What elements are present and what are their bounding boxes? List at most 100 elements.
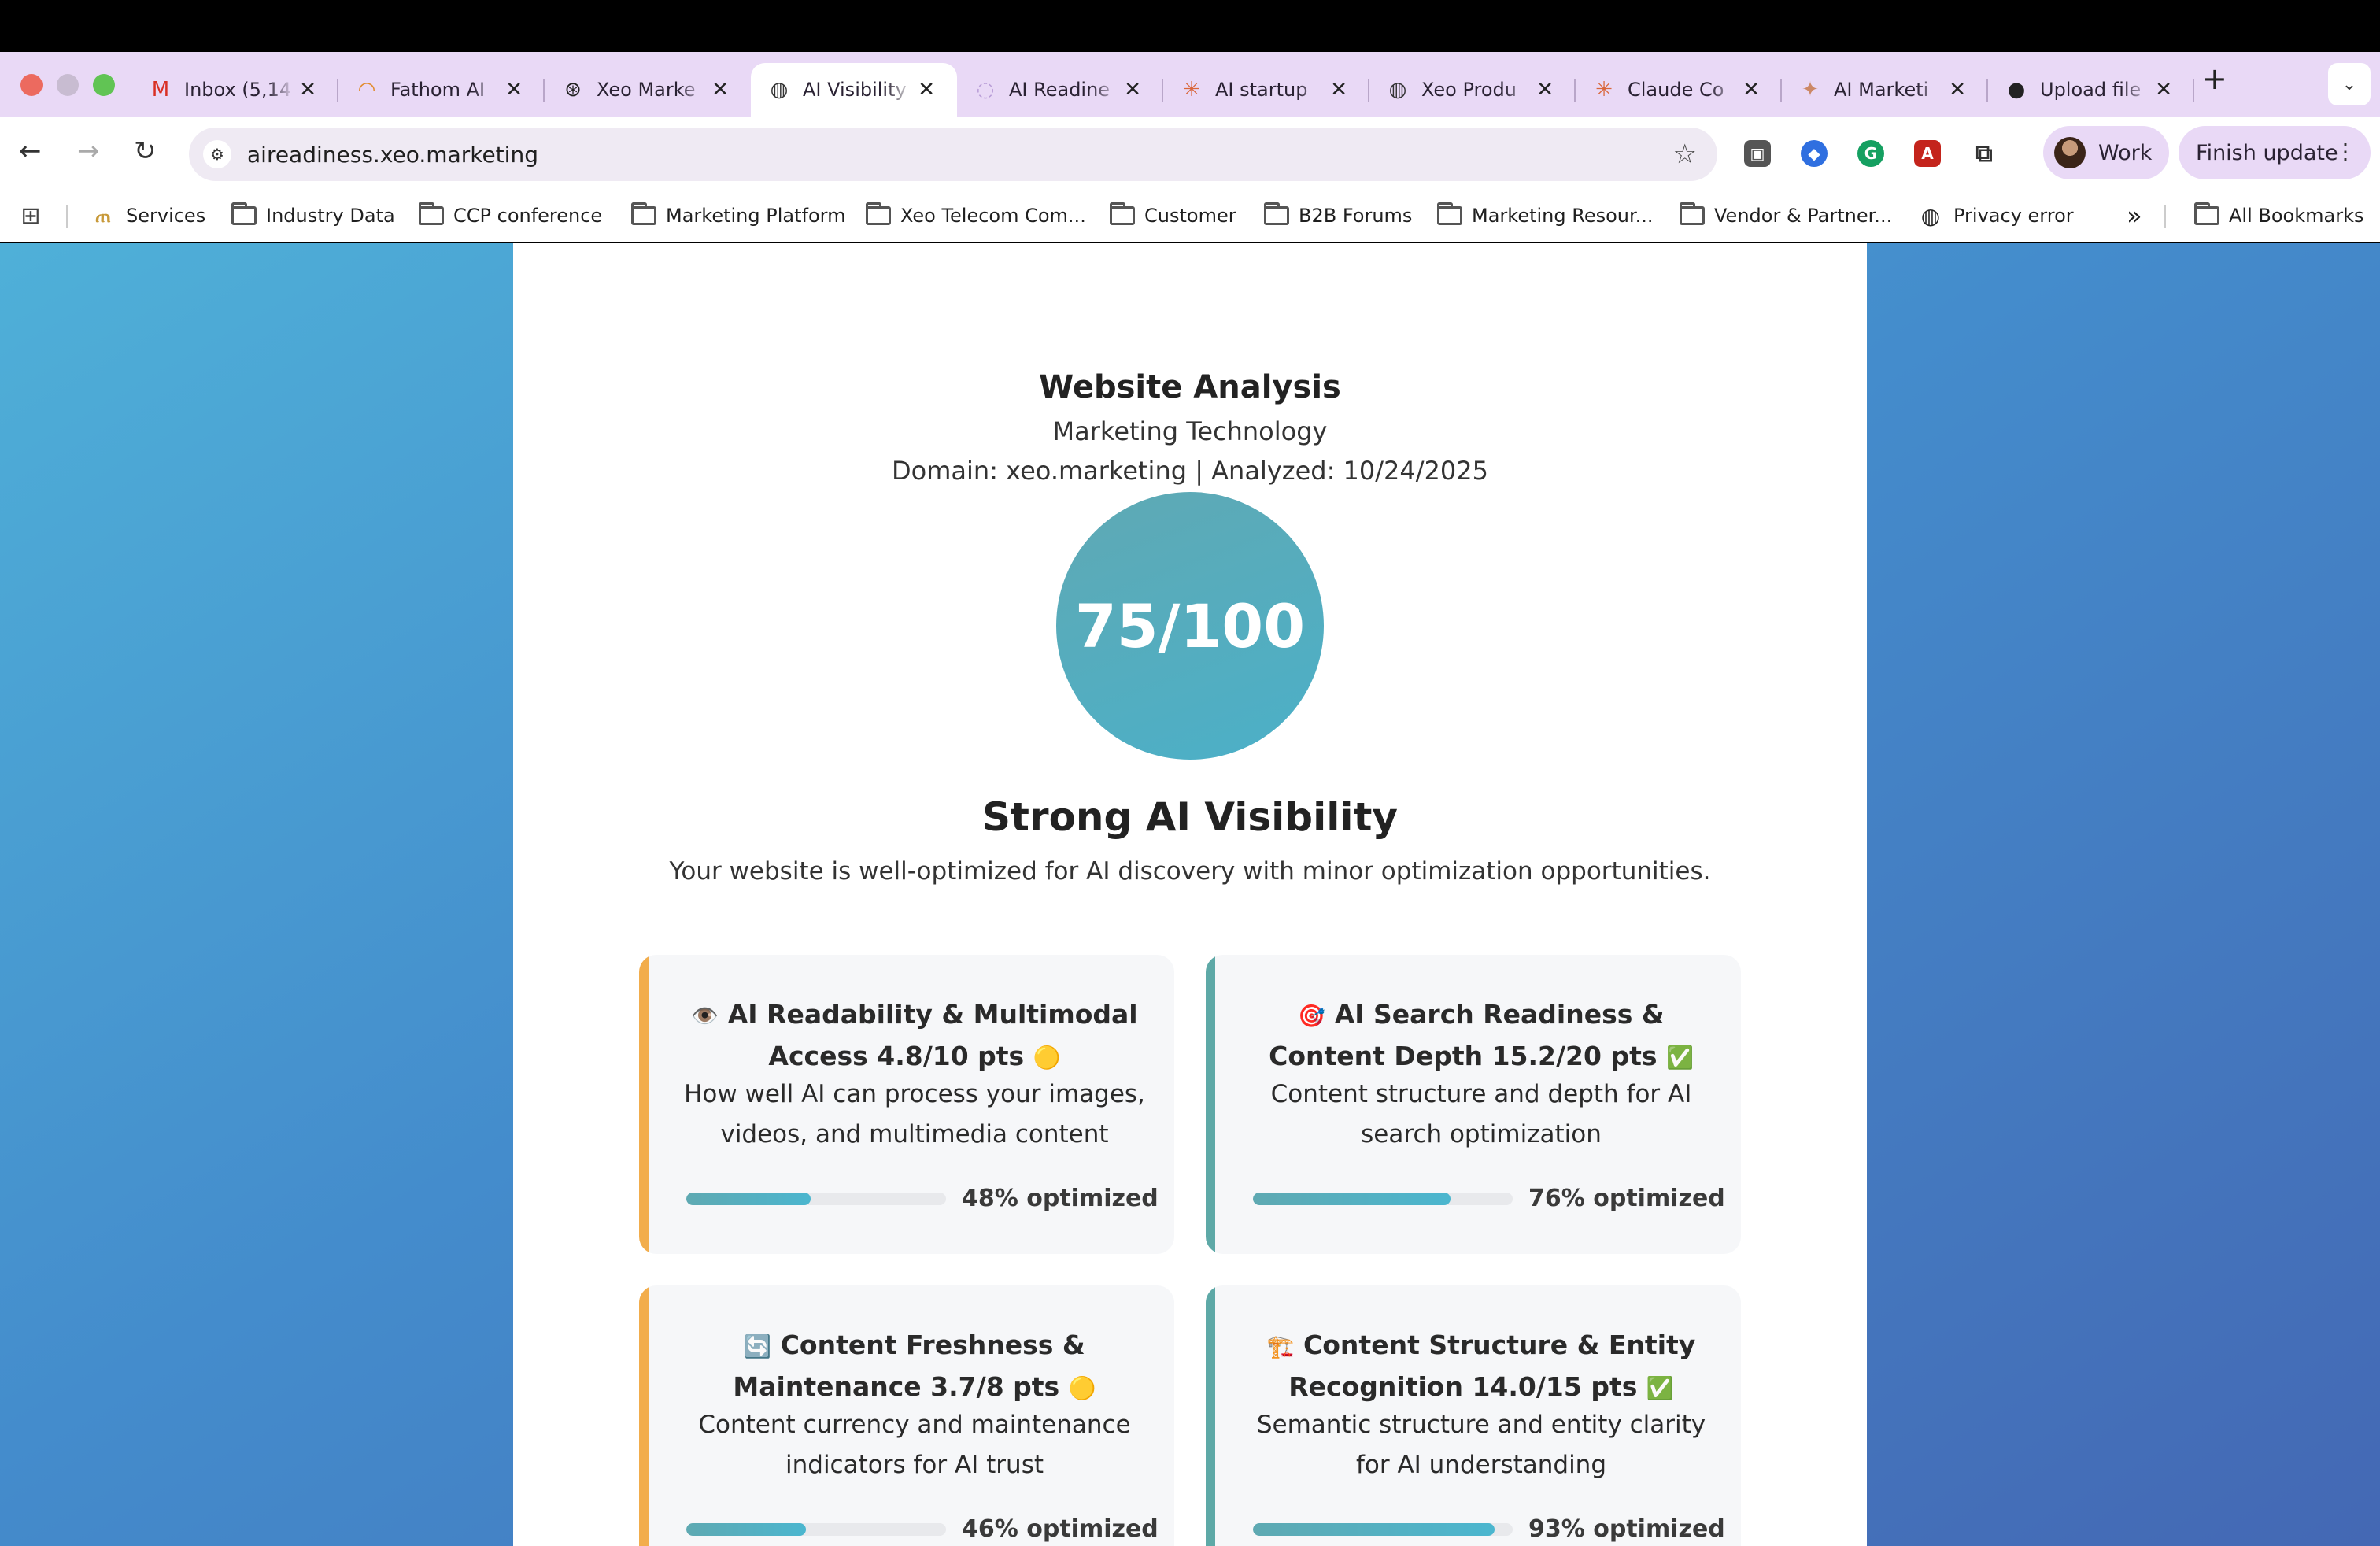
folder-icon bbox=[1264, 202, 1289, 225]
close-icon[interactable]: ✕ bbox=[711, 79, 729, 101]
progress-label: 46% optimized bbox=[962, 1515, 1159, 1543]
all-bookmarks-button[interactable]: All Bookmarks bbox=[2194, 202, 2363, 230]
bookmark-label: Xeo Telecom Com... bbox=[900, 205, 1086, 227]
apps-grid-icon[interactable]: ⊞ bbox=[17, 202, 44, 230]
more-menu-icon[interactable]: ⋮ bbox=[2334, 139, 2356, 165]
score-circle: 75/100 bbox=[1056, 492, 1324, 760]
close-icon[interactable]: ✕ bbox=[1330, 79, 1347, 101]
tab-9[interactable]: ● Upload file ✕ bbox=[1988, 63, 2194, 117]
yellow-circle-icon: 🟡 bbox=[1033, 1045, 1061, 1071]
metric-card-structure: 🏗️ Content Structure & Entity Recognitio… bbox=[1206, 1285, 1741, 1546]
address-text[interactable]: aireadiness.xeo.marketing bbox=[247, 142, 538, 168]
pdf-icon[interactable]: A bbox=[1914, 140, 1941, 167]
folder-icon bbox=[631, 202, 656, 225]
extensions-puzzle-icon[interactable]: ⧉ bbox=[1971, 140, 1998, 168]
bookmark-services[interactable]: ጠ Services bbox=[90, 202, 205, 230]
tab-6[interactable]: ◍ Xeo Produ ✕ bbox=[1369, 63, 1576, 117]
tab-title: AI Marketi bbox=[1834, 79, 1929, 101]
forward-arrow-icon[interactable]: → bbox=[77, 134, 100, 168]
bookmarks-bar: ⊞ ጠ Services Industry Data CCP conferenc… bbox=[0, 189, 2380, 242]
bookmark-vendor-partner[interactable]: Vendor & Partner... bbox=[1680, 202, 1892, 230]
progress-track bbox=[1253, 1193, 1513, 1205]
close-icon[interactable]: ✕ bbox=[299, 79, 316, 101]
grammarly-icon[interactable]: G bbox=[1857, 140, 1884, 167]
tab-7[interactable]: ✳ Claude Co ✕ bbox=[1576, 63, 1782, 117]
page-viewport: Website Analysis Marketing Technology Do… bbox=[0, 243, 2380, 1546]
close-icon[interactable]: ✕ bbox=[1536, 79, 1554, 101]
tab-title: AI startup bbox=[1215, 79, 1308, 101]
tab-search-chevron-icon[interactable]: ⌄ bbox=[2328, 63, 2371, 105]
tab-3-active[interactable]: ◍ AI Visibility ✕ bbox=[751, 63, 957, 117]
extension-clipboard-icon[interactable]: ▣ bbox=[1744, 140, 1771, 167]
site-settings-icon[interactable]: ⚙ bbox=[203, 140, 231, 168]
close-icon[interactable]: ✕ bbox=[2155, 79, 2172, 101]
tab-5[interactable]: ✳ AI startup ✕ bbox=[1163, 63, 1369, 117]
folder-icon bbox=[1437, 202, 1462, 225]
zoom-window-button[interactable] bbox=[93, 74, 115, 96]
progress-label: 76% optimized bbox=[1528, 1185, 1725, 1212]
tab-0[interactable]: M Inbox (5,14 ✕ bbox=[132, 63, 338, 117]
bookmark-xeo-telecom[interactable]: Xeo Telecom Com... bbox=[866, 202, 1086, 230]
metric-accent-bar bbox=[639, 1285, 649, 1546]
metric-title: 🔄 Content Freshness & Maintenance 3.7/8 … bbox=[686, 1325, 1143, 1408]
metric-description: Content structure and depth for AI searc… bbox=[1270, 1080, 1692, 1148]
tab-title: Xeo Produ bbox=[1421, 79, 1517, 101]
globe-icon: ◍ bbox=[1388, 78, 1407, 102]
bookmark-label: Privacy error bbox=[1953, 205, 2074, 227]
eye-icon: 👁️ bbox=[691, 1003, 719, 1029]
folder-icon bbox=[231, 202, 257, 225]
bookmark-privacy-error[interactable]: ◍ Privacy error bbox=[1917, 202, 2074, 230]
claude-icon: ✳ bbox=[1595, 78, 1613, 102]
tab-title: Claude Co bbox=[1628, 79, 1724, 101]
folder-icon bbox=[1680, 202, 1705, 225]
profile-button[interactable]: Work bbox=[2043, 126, 2169, 179]
verdict-description: Your website is well-optimized for AI di… bbox=[669, 857, 1711, 886]
bookmark-industry-data[interactable]: Industry Data bbox=[231, 202, 395, 230]
tab-1[interactable]: ◠ Fathom AI ✕ bbox=[338, 63, 545, 117]
close-icon[interactable]: ✕ bbox=[505, 79, 523, 101]
bookmark-star-icon[interactable]: ☆ bbox=[1673, 139, 1697, 170]
back-arrow-icon[interactable]: ← bbox=[19, 134, 42, 168]
check-icon: ✅ bbox=[1666, 1045, 1694, 1071]
extension-tag-icon[interactable]: ◆ bbox=[1801, 140, 1828, 167]
progress-fill bbox=[1253, 1193, 1451, 1205]
tab-4[interactable]: ◌ AI Readine ✕ bbox=[957, 63, 1163, 117]
metric-card-readability: 👁️ AI Readability & Multimodal Access 4.… bbox=[639, 955, 1174, 1254]
metric-card-search-readiness: 🎯 AI Search Readiness & Content Depth 15… bbox=[1206, 955, 1741, 1254]
bookmark-marketing-resources[interactable]: Marketing Resour... bbox=[1437, 202, 1654, 230]
close-icon[interactable]: ✕ bbox=[1124, 79, 1141, 101]
bookmarks-overflow-button[interactable]: » bbox=[2117, 201, 2142, 231]
close-icon[interactable]: ✕ bbox=[918, 79, 935, 101]
metric-description: Content currency and maintenance indicat… bbox=[698, 1411, 1131, 1479]
minimize-window-button[interactable] bbox=[57, 74, 79, 96]
tab-strip: M Inbox (5,14 ✕ ◠ Fathom AI ✕ ⊛ Xeo Mark… bbox=[0, 52, 2380, 117]
reload-icon[interactable]: ↻ bbox=[134, 134, 157, 168]
progress-fill bbox=[1253, 1523, 1495, 1536]
metric-accent-bar bbox=[1206, 1285, 1215, 1546]
metric-accent-bar bbox=[1206, 955, 1215, 1254]
tab-2[interactable]: ⊛ Xeo Marke ✕ bbox=[545, 63, 751, 117]
bookmark-b2b-forums[interactable]: B2B Forums bbox=[1264, 202, 1412, 230]
finish-update-button[interactable]: Finish update ⋮ bbox=[2179, 126, 2371, 179]
bookmark-marketing-platform[interactable]: Marketing Platform bbox=[631, 202, 845, 230]
star-icon: ✦ bbox=[1802, 78, 1819, 102]
folder-icon bbox=[2194, 202, 2219, 225]
progress-track bbox=[686, 1193, 946, 1205]
close-window-button[interactable] bbox=[20, 74, 42, 96]
tab-title: Upload file bbox=[2040, 79, 2142, 101]
bookmark-label: Marketing Resour... bbox=[1472, 205, 1654, 227]
folder-icon bbox=[419, 202, 444, 225]
bookmark-customer[interactable]: Customer bbox=[1110, 202, 1236, 230]
new-tab-plus-icon[interactable]: + bbox=[2202, 63, 2227, 94]
progress-track bbox=[1253, 1523, 1513, 1536]
metric-description: How well AI can process your images, vid… bbox=[684, 1080, 1145, 1148]
metric-accent-bar bbox=[639, 955, 649, 1254]
address-bar[interactable]: ⚙ aireadiness.xeo.marketing ☆ bbox=[189, 128, 1717, 181]
tab-8[interactable]: ✦ AI Marketi ✕ bbox=[1782, 63, 1988, 117]
close-icon[interactable]: ✕ bbox=[1743, 79, 1760, 101]
avatar bbox=[2054, 137, 2086, 168]
close-icon[interactable]: ✕ bbox=[1949, 79, 1966, 101]
metric-title: 🎯 AI Search Readiness & Content Depth 15… bbox=[1253, 994, 1709, 1078]
globe-icon: ◍ bbox=[770, 78, 789, 102]
bookmark-ccp-conference[interactable]: CCP conference bbox=[419, 202, 602, 230]
